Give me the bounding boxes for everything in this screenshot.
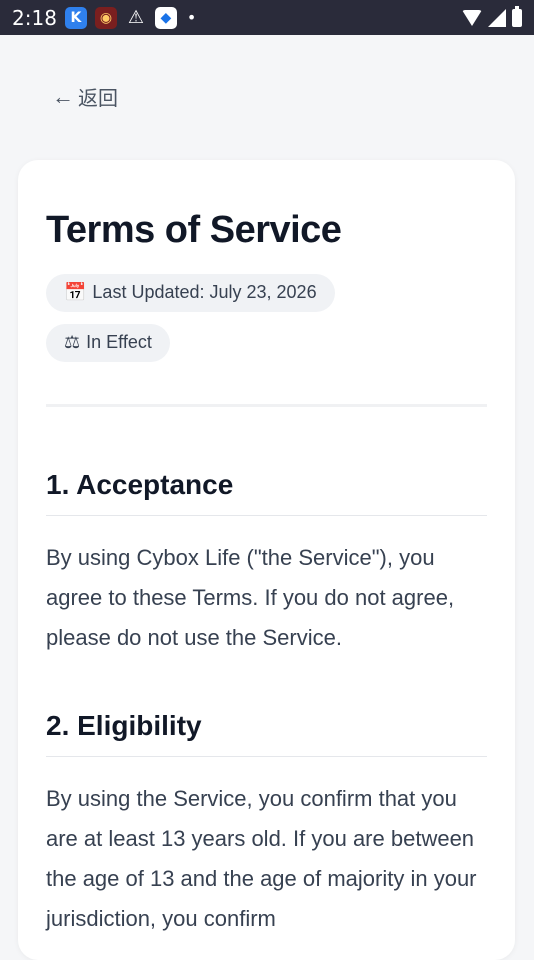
section-heading-acceptance: 1. Acceptance bbox=[46, 469, 487, 516]
calendar-icon: 📅 bbox=[64, 282, 87, 303]
page-title: Terms of Service bbox=[46, 209, 342, 251]
scales-icon: ⚖ bbox=[64, 332, 81, 353]
battery-icon bbox=[512, 5, 522, 27]
back-label: 返回 bbox=[78, 88, 118, 110]
wifi-icon bbox=[462, 9, 482, 26]
system-icons bbox=[462, 5, 522, 27]
terms-card: Terms of Service 📅 Last Updated: July 23… bbox=[18, 160, 515, 960]
section-body-acceptance: By using Cybox Life ("the Service"), you… bbox=[46, 544, 455, 650]
last-updated-label: Last Updated: July 23, 2026 bbox=[92, 282, 317, 303]
section-heading-eligibility: 2. Eligibility bbox=[46, 710, 487, 757]
status-badge: ⚖ In Effect bbox=[46, 323, 170, 362]
section-body-eligibility: By using the Service, you confirm that y… bbox=[46, 785, 477, 931]
cell-signal-icon bbox=[488, 8, 506, 27]
status-label: In Effect bbox=[86, 332, 152, 353]
blue-app-icon: ◆ bbox=[154, 6, 177, 29]
notification-icons: K ◉ ⚠ ◆ • bbox=[64, 6, 197, 29]
k-app-icon: K bbox=[64, 6, 87, 29]
header-divider bbox=[46, 403, 487, 407]
back-button[interactable]: ← 返回 bbox=[52, 82, 118, 111]
back-arrow-icon: ← bbox=[52, 83, 74, 109]
more-notifications-dot: • bbox=[186, 8, 197, 27]
warning-icon: ⚠ bbox=[127, 7, 144, 28]
last-updated-badge: 📅 Last Updated: July 23, 2026 bbox=[46, 273, 335, 312]
red-app-icon: ◉ bbox=[94, 6, 117, 29]
status-time: 2:18 bbox=[12, 5, 57, 30]
status-bar: 2:18 K ◉ ⚠ ◆ • bbox=[0, 0, 534, 35]
